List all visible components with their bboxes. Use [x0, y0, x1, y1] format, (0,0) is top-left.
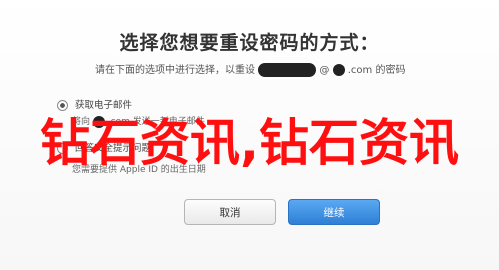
instruction-text: 请在下面的选项中进行选择，以重设 @ .com 的密码	[95, 61, 405, 77]
instruction-domain: .com 的密码	[347, 65, 406, 76]
dialog-title: 选择您想要重设密码的方式：	[119, 32, 380, 54]
redacted-account-name	[258, 63, 317, 77]
watermark-overlay: 钻石资讯,钻石资讯	[40, 114, 459, 172]
reset-password-dialog: 选择您想要重设密码的方式： 请在下面的选项中进行选择，以重设 @ .com 的密…	[0, 0, 499, 270]
instruction-at: @	[319, 65, 330, 76]
instruction-prefix: 请在下面的选项中进行选择，以重设	[95, 65, 255, 76]
continue-button[interactable]: 继续	[288, 199, 380, 225]
redacted-domain	[332, 64, 345, 76]
cancel-button[interactable]: 取消	[184, 199, 276, 225]
